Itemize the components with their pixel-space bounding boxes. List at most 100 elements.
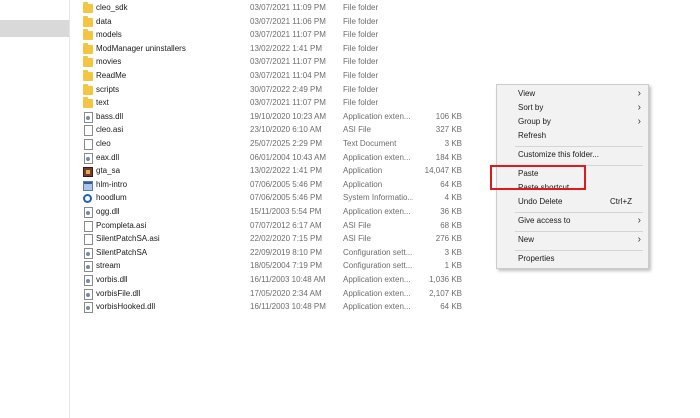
chevron-right-icon: ›	[637, 116, 641, 127]
settings-file-icon	[84, 152, 93, 164]
file-row[interactable]: data 03/07/2021 11:06 PM File folder	[80, 15, 490, 30]
file-type: System Informatio...	[343, 193, 413, 203]
file-size: 36 KB	[440, 207, 462, 216]
menu-label-view: View	[518, 89, 536, 98]
menu-item-undo-delete[interactable]: Undo Delete Ctrl+Z	[497, 196, 648, 209]
file-date-modified: 23/10/2020 6:10 AM	[250, 125, 322, 135]
file-type: Application exten...	[343, 207, 411, 216]
file-type: File folder	[343, 57, 379, 67]
file-name: cleo	[96, 139, 111, 148]
file-size: 1 KB	[444, 261, 462, 271]
menu-shortcut-undo: Ctrl+Z	[610, 197, 632, 206]
file-row[interactable]: cleo 25/07/2025 2:29 PM Text Document 3 KB	[80, 138, 490, 152]
file-size: 14,047 KB	[424, 166, 462, 176]
file-icon	[84, 220, 93, 232]
menu-item-view[interactable]: View ›	[497, 88, 648, 101]
file-size: 64 KB	[440, 179, 462, 189]
file-row[interactable]: gta_sa 13/02/2022 1:41 PM Application 14,04…	[80, 165, 490, 179]
file-row[interactable]: ogg.dll 15/11/2003 5:54 PM Application ext…	[80, 206, 490, 220]
settings-file-icon	[84, 261, 93, 273]
folder-icon	[83, 83, 93, 95]
file-row[interactable]: hlm-intro 07/06/2005 5:46 PM Application 64…	[80, 179, 490, 193]
file-name: scripts	[96, 84, 120, 94]
file-type: Configuration sett...	[343, 247, 413, 257]
folder-icon	[83, 2, 93, 13]
file-date-modified: 13/02/2022 1:41 PM	[250, 166, 323, 176]
menu-item-new[interactable]: New ›	[497, 234, 648, 247]
file-row[interactable]: Pcompleta.asi 07/07/2012 6:17 AM ASI File 6…	[80, 220, 490, 234]
file-name: vorbis.dll	[96, 275, 128, 284]
file-name: bass.dll	[96, 111, 124, 121]
folder-icon	[83, 97, 93, 109]
file-type: ASI File	[343, 125, 372, 135]
file-row[interactable]: bass.dll 19/10/2020 10:23 AM Application e…	[80, 111, 490, 125]
file-type: Application exten...	[343, 288, 411, 298]
chevron-right-icon: ›	[637, 88, 641, 99]
file-row[interactable]: movies 03/07/2021 11:07 PM File folder	[80, 56, 490, 70]
file-row[interactable]: vorbis.dll 16/11/2003 10:48 AM Application…	[80, 274, 490, 288]
menu-item-refresh[interactable]: Refresh	[497, 130, 648, 143]
file-name: movies	[96, 57, 122, 67]
file-row[interactable]: cleo.asi 23/10/2020 6:10 AM ASI File 327 KB	[80, 124, 490, 138]
file-icon	[84, 234, 93, 246]
menu-separator	[515, 231, 643, 232]
file-size: 68 KB	[440, 220, 462, 230]
folder-icon	[83, 70, 93, 81]
file-size: 3 KB	[444, 139, 462, 148]
menu-item-customize-folder[interactable]: Customize this folder...	[497, 149, 648, 162]
file-row[interactable]: vorbisFile.dll 17/05/2020 2:34 AM Applicat…	[80, 288, 490, 302]
file-date-modified: 07/07/2012 6:17 AM	[250, 220, 322, 230]
file-type: File folder	[343, 30, 379, 40]
file-size: 64 KB	[440, 302, 462, 312]
file-name: eax.dll	[96, 152, 120, 162]
file-type: File folder	[343, 84, 379, 94]
file-size: 184 KB	[435, 152, 462, 162]
menu-label-group-by: Group by	[518, 117, 551, 126]
menu-label-give-access: Give access to	[518, 216, 571, 225]
file-date-modified: 16/11/2003 10:48 AM	[250, 275, 326, 284]
file-row[interactable]: models 03/07/2021 11:07 PM File folder	[80, 29, 490, 43]
file-date-modified: 19/10/2020 10:23 AM	[250, 111, 327, 121]
file-row[interactable]: ReadMe 03/07/2021 11:04 PM File folder	[80, 70, 490, 84]
file-name: ReadMe	[96, 71, 127, 80]
menu-separator	[515, 212, 643, 213]
file-row[interactable]: SilentPatchSA 22/09/2019 8:10 PM Configura…	[80, 247, 490, 261]
file-date-modified: 06/01/2004 10:43 AM	[250, 152, 327, 162]
navigation-pane[interactable]	[0, 0, 70, 418]
menu-item-group-by[interactable]: Group by ›	[497, 116, 648, 129]
file-name: ogg.dll	[96, 207, 120, 216]
file-size: 327 KB	[435, 125, 462, 135]
menu-label-undo-delete: Undo Delete	[518, 197, 563, 206]
application-icon	[83, 180, 93, 191]
file-date-modified: 13/02/2022 1:41 PM	[250, 43, 323, 53]
file-name: ModManager uninstallers	[96, 43, 186, 53]
file-date-modified: 17/05/2020 2:34 AM	[250, 288, 322, 298]
file-name: text	[96, 98, 109, 108]
file-name: models	[96, 30, 122, 40]
menu-item-properties[interactable]: Properties	[497, 253, 648, 266]
file-row[interactable]: hoodlum 07/06/2005 5:46 PM System Informat…	[80, 192, 490, 206]
menu-item-give-access[interactable]: Give access to ›	[497, 215, 648, 228]
folder-icon	[83, 29, 93, 41]
file-row[interactable]: vorbisHooked.dll 16/11/2003 10:48 PM Appli…	[80, 301, 490, 315]
file-row[interactable]: eax.dll 06/01/2004 10:43 AM Application ex…	[80, 152, 490, 166]
file-row[interactable]: ModManager uninstallers 13/02/2022 1:41 P…	[80, 42, 490, 57]
file-row[interactable]: cleo_sdk 03/07/2021 11:09 PM File folder	[80, 2, 490, 16]
menu-item-sort-by[interactable]: Sort by ›	[497, 102, 648, 115]
settings-file-icon	[84, 288, 93, 300]
file-row[interactable]: scripts 30/07/2022 2:49 PM File folder	[80, 83, 490, 98]
file-name: vorbisFile.dll	[96, 288, 141, 298]
file-row[interactable]: SilentPatchSA.asi 22/02/2020 7:15 PM ASI F…	[80, 233, 490, 247]
file-size: 106 KB	[435, 111, 462, 121]
file-name: vorbisHooked.dll	[96, 302, 156, 312]
file-date-modified: 03/07/2021 11:06 PM	[250, 16, 326, 26]
menu-label-new: New	[518, 235, 535, 244]
nav-selected-item[interactable]	[0, 20, 69, 37]
file-row[interactable]: text 03/07/2021 11:07 PM File folder	[80, 97, 490, 111]
file-date-modified: 07/06/2005 5:46 PM	[250, 193, 323, 203]
file-name: SilentPatchSA	[96, 247, 148, 257]
file-date-modified: 03/07/2021 11:07 PM	[250, 98, 326, 108]
file-date-modified: 07/06/2005 5:46 PM	[250, 179, 323, 189]
file-size: 4 KB	[444, 193, 462, 203]
file-row[interactable]: stream 18/05/2004 7:19 PM Configuration se…	[80, 260, 490, 274]
